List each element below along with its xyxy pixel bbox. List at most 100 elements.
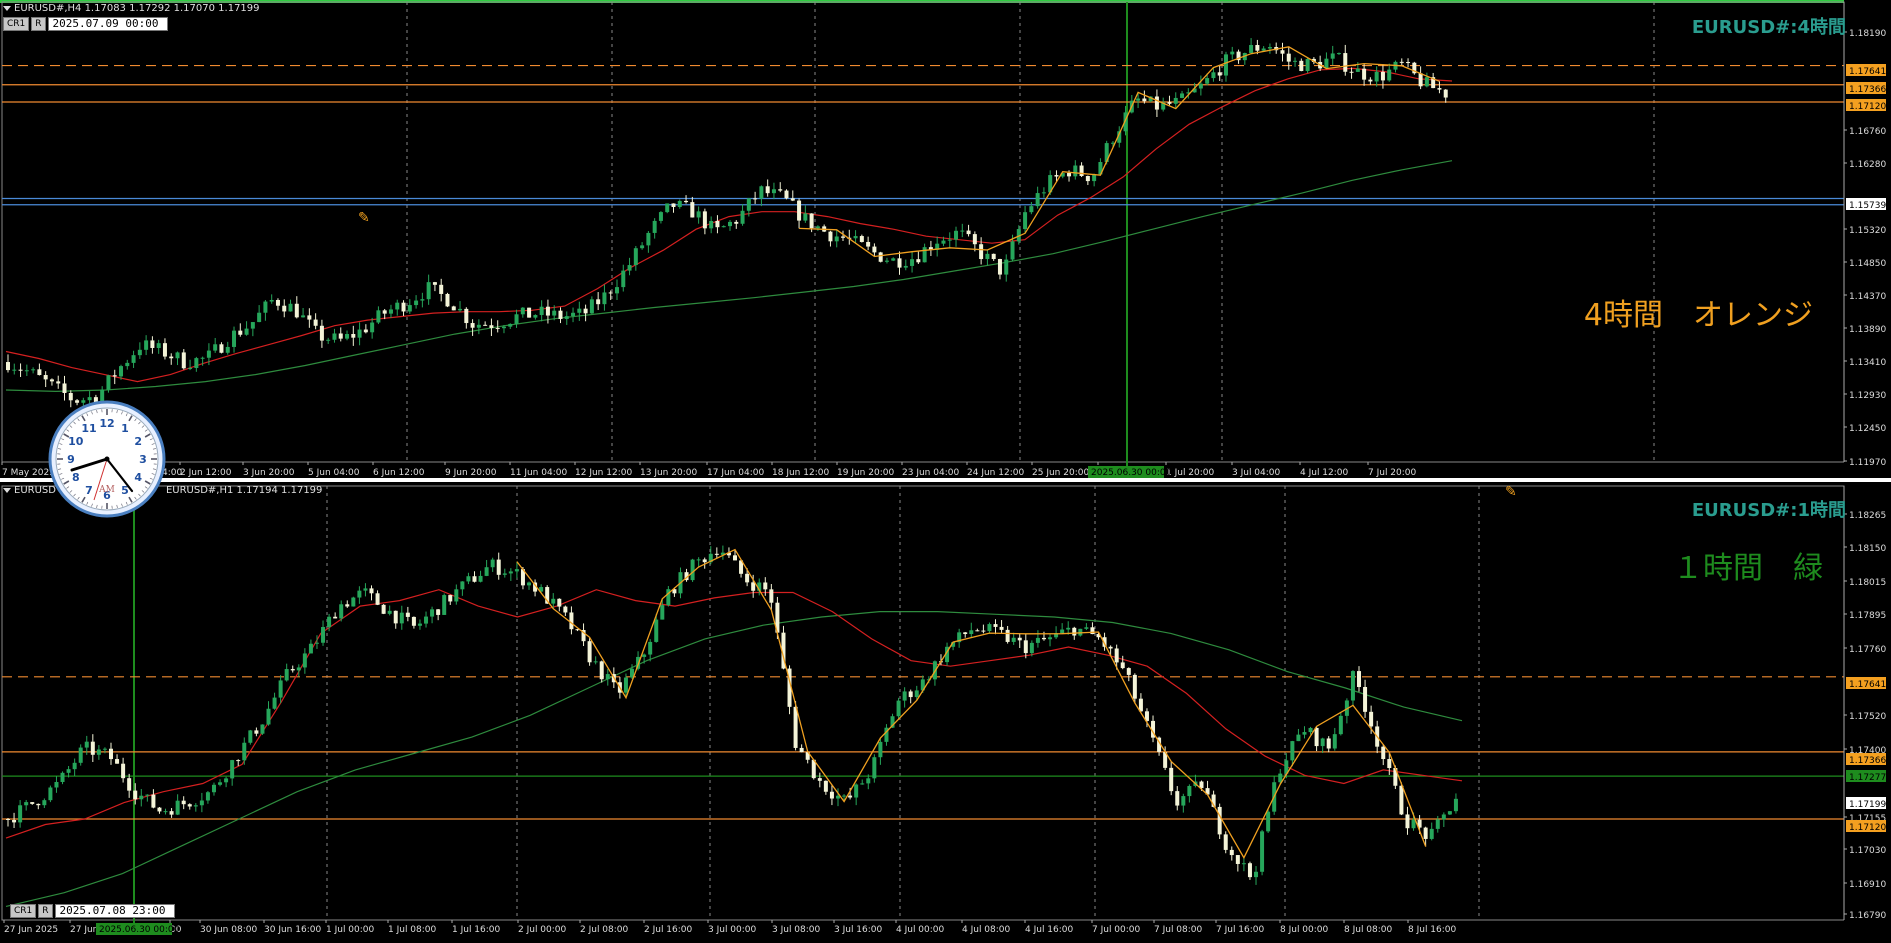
candle-body [1405,814,1410,829]
candle-body [121,763,126,779]
candle-body [1320,738,1325,747]
candle-body [539,306,544,316]
candle-body [734,221,739,224]
candle-body [414,300,419,306]
top-datetime-box[interactable]: CR1 R 2025.07.09 00:00 [3,17,168,31]
candle-body [327,616,332,628]
time-label: 30 Jun 16:00 [264,925,321,935]
candle-body [1029,206,1034,213]
price-tick-label: 1.18015 [1849,578,1886,588]
candle-body [476,324,481,328]
candle-body [169,811,174,815]
candle-body [1374,71,1379,82]
candle-body [351,597,356,607]
candle-body [1180,93,1185,98]
candle-body [828,231,833,242]
bottom-datetime-box[interactable]: CR1 R 2025.07.08 23:00 [10,904,175,918]
candle-body [859,236,864,242]
collapse-triangle-icon[interactable] [3,487,11,493]
price-tick-label: 1.16790 [1849,911,1886,921]
candle-body [815,226,820,229]
price-tick-label: 1.17760 [1849,645,1886,655]
candle-body [902,691,907,701]
datetime-input[interactable]: 2025.07.09 00:00 [47,17,168,31]
candle-body [987,624,992,632]
candle-body [37,369,42,376]
candle-body [1330,53,1335,59]
price-label: 1.17641 [1849,680,1886,690]
candle-body [1437,88,1442,90]
time-label: 18 Jun 12:00 [772,468,829,478]
candle-body [319,325,324,341]
candle-body [24,802,29,806]
candle-body [848,795,853,798]
candle-body [884,260,889,262]
pencil-icon: ✎ [358,210,370,226]
candle-body [614,287,619,294]
candle-body [1260,831,1265,872]
candle-body [458,308,463,311]
candle-body [502,573,507,575]
candle-body [284,669,289,681]
price-tick-label: 1.18190 [1849,29,1886,39]
collapse-triangle-icon[interactable] [3,5,11,11]
dual-chart-canvas[interactable]: 1.18190 1.17641 1.17366 1.17120 1.16760 1.162… [0,0,1891,943]
time-label: 3 Jul 08:00 [772,925,821,935]
candle-body [769,589,774,603]
candle-body [1114,648,1119,663]
time-label: 2 Jul 00:00 [518,925,567,935]
price-tick-label: 1.13890 [1849,325,1886,335]
candle-body [1132,674,1137,699]
candle-body [1142,98,1147,102]
candle-body [1175,791,1180,806]
candle-body [18,369,23,371]
candle-body [759,186,764,199]
time-label: 8 Jul 00:00 [1280,925,1329,935]
candle-body [30,802,35,804]
candle-body [1108,646,1113,649]
price-label: 1.17277 [1849,773,1886,783]
cr1-button[interactable]: CR1 [10,904,37,918]
candle-body [966,230,971,235]
candle-body [250,322,255,329]
time-label: 7 Jul 00:00 [1092,925,1141,935]
candle-body [363,588,368,591]
candle-body [242,742,247,761]
candle-body [405,612,410,617]
clock-number: 10 [68,435,84,448]
time-label: 4 Jul 12:00 [1300,468,1349,478]
candle-body [407,305,412,312]
time-label: 1 Jul 00:00 [326,925,375,935]
candle-body [991,253,996,260]
candle-body [145,794,150,796]
candle-body [187,804,192,807]
candle-body [605,674,610,680]
candle-body [981,630,986,632]
candle-body [563,606,568,613]
candle-body [745,573,750,583]
candle-body [263,301,268,313]
candle-body [1090,627,1095,635]
time-label: 7 Jul 16:00 [1216,925,1265,935]
time-label: 3 Jul 16:00 [834,925,883,935]
candle-body [248,730,253,743]
candle-body [784,190,789,199]
candle-body [301,315,306,318]
candle-body [975,630,980,632]
r-button[interactable]: R [31,17,46,31]
candle-body [1217,72,1222,76]
candle-body [307,315,312,320]
r-button[interactable]: R [38,904,53,918]
cr1-button[interactable]: CR1 [3,17,30,31]
time-label: 8 Jul 16:00 [1408,925,1457,935]
price-tick-label: 1.16280 [1849,160,1886,170]
candle-body [834,236,839,242]
candle-body [157,807,162,812]
candle-body [260,724,265,734]
price-tick-label: 1.12450 [1849,424,1886,434]
price-label: 1.17120 [1849,102,1886,112]
candle-body [483,324,488,326]
candle-body [470,323,475,328]
datetime-input[interactable]: 2025.07.08 23:00 [54,904,175,918]
candle-body [1167,102,1172,104]
